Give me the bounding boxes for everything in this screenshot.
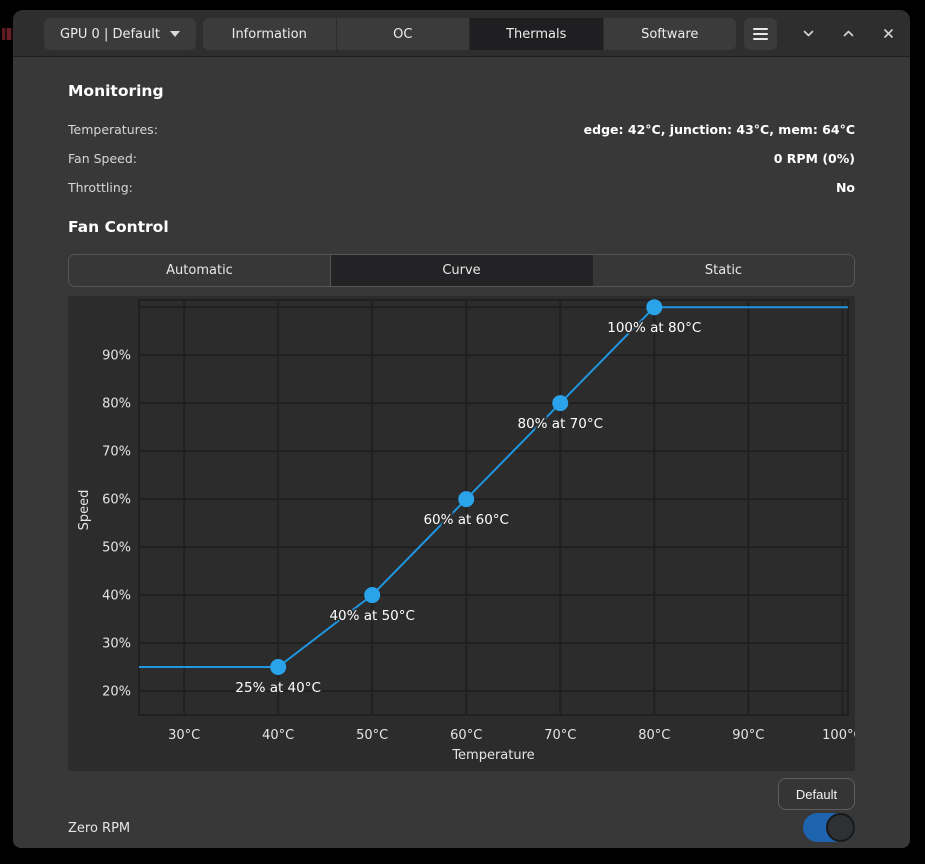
y-axis-tick-label: 80% [102,397,131,412]
default-button[interactable]: Default [778,778,855,810]
tab-information-label: Information [232,27,307,42]
curve-point[interactable] [364,587,380,603]
x-axis-tick-label: 70°C [544,728,576,743]
y-axis-tick-label: 40% [102,589,131,604]
fan-mode-static[interactable]: Static [593,255,854,286]
fan-mode-automatic[interactable]: Automatic [69,255,331,286]
y-axis-tick-label: 30% [102,637,131,652]
maximize-button[interactable] [840,25,857,42]
curve-point[interactable] [270,659,286,675]
temperatures-row: Temperatures: edge: 42°C, junction: 43°C… [68,120,855,138]
throttling-row: Throttling: No [68,178,855,196]
plot-border [139,300,848,715]
fan-curve-line [139,307,848,667]
close-button[interactable] [880,25,897,42]
curve-point[interactable] [646,299,662,315]
x-axis-tick-label: 50°C [356,728,388,743]
fan-mode-curve[interactable]: Curve [331,255,593,286]
tab-information[interactable]: Information [203,18,337,50]
x-axis-title: Temperature [451,748,534,763]
x-axis-tick-label: 30°C [168,728,200,743]
y-axis-tick-label: 50% [102,541,131,556]
x-axis-tick-label: 60°C [450,728,482,743]
toggle-knob [826,813,855,842]
curve-point-label: 80% at 70°C [518,416,604,432]
fan-mode-curve-label: Curve [442,263,480,278]
y-axis-tick-label: 90% [102,349,131,364]
gpu-selector-label: GPU 0 | Default [60,27,160,42]
curve-point[interactable] [552,395,568,411]
x-axis-tick-label: 80°C [638,728,670,743]
fan-speed-label: Fan Speed: [68,151,137,166]
y-axis-tick-label: 20% [102,685,131,700]
y-axis-title: Speed [77,490,92,531]
fan-speed-row: Fan Speed: 0 RPM (0%) [68,149,855,167]
throttling-value: No [836,180,855,195]
throttling-label: Throttling: [68,180,133,195]
hamburger-icon [753,28,768,30]
fan-curve-chart-panel: 25% at 40°C 40% at 50°C 60% at 60°C 80% at … [68,296,855,771]
y-axis-tick-label: 60% [102,493,131,508]
fan-mode-static-label: Static [705,263,742,278]
curve-point[interactable] [458,491,474,507]
gpu-control-window: GPU 0 | Default Information OC Thermals … [13,10,910,848]
tab-software[interactable]: Software [604,18,737,50]
minimize-button[interactable] [800,25,817,42]
curve-point-label: 40% at 50°C [329,608,415,624]
headerbar: GPU 0 | Default Information OC Thermals … [13,10,910,57]
main-tab-group: Information OC Thermals Software [203,18,736,50]
chevron-up-icon [841,26,856,41]
curve-point-label: 25% at 40°C [235,680,321,696]
y-axis-tick-label: 70% [102,445,131,460]
curve-point-label: 100% at 80°C [607,320,701,336]
fan-speed-value: 0 RPM (0%) [774,151,855,166]
x-axis-tick-label: 90°C [732,728,764,743]
x-axis-tick-label: 40°C [262,728,294,743]
monitoring-title: Monitoring [68,82,164,100]
chevron-down-icon [801,26,816,41]
tab-oc-label: OC [393,27,412,42]
chevron-down-icon [170,31,180,37]
desktop-screen: GPU 0 | Default Information OC Thermals … [0,0,925,864]
close-icon [881,26,896,41]
temperatures-value: edge: 42°C, junction: 43°C, mem: 64°C [584,122,855,137]
temperatures-label: Temperatures: [68,122,158,137]
app-menu-button[interactable] [744,18,777,50]
x-axis-tick-label: 100°C [822,728,855,743]
fan-curve-chart[interactable]: 25% at 40°C 40% at 50°C 60% at 60°C 80% at … [68,296,855,771]
tab-oc[interactable]: OC [337,18,471,50]
fan-mode-automatic-label: Automatic [166,263,233,278]
gpu-selector-dropdown[interactable]: GPU 0 | Default [44,18,196,50]
tab-software-label: Software [641,27,698,42]
fan-control-title: Fan Control [68,218,169,236]
zero-rpm-toggle[interactable] [803,813,855,842]
curve-point-label: 60% at 60°C [423,512,509,528]
fan-mode-segmented-control: Automatic Curve Static [68,254,855,287]
zero-rpm-label: Zero RPM [68,821,130,836]
tab-thermals-label: Thermals [506,27,566,42]
tab-thermals[interactable]: Thermals [470,18,604,50]
